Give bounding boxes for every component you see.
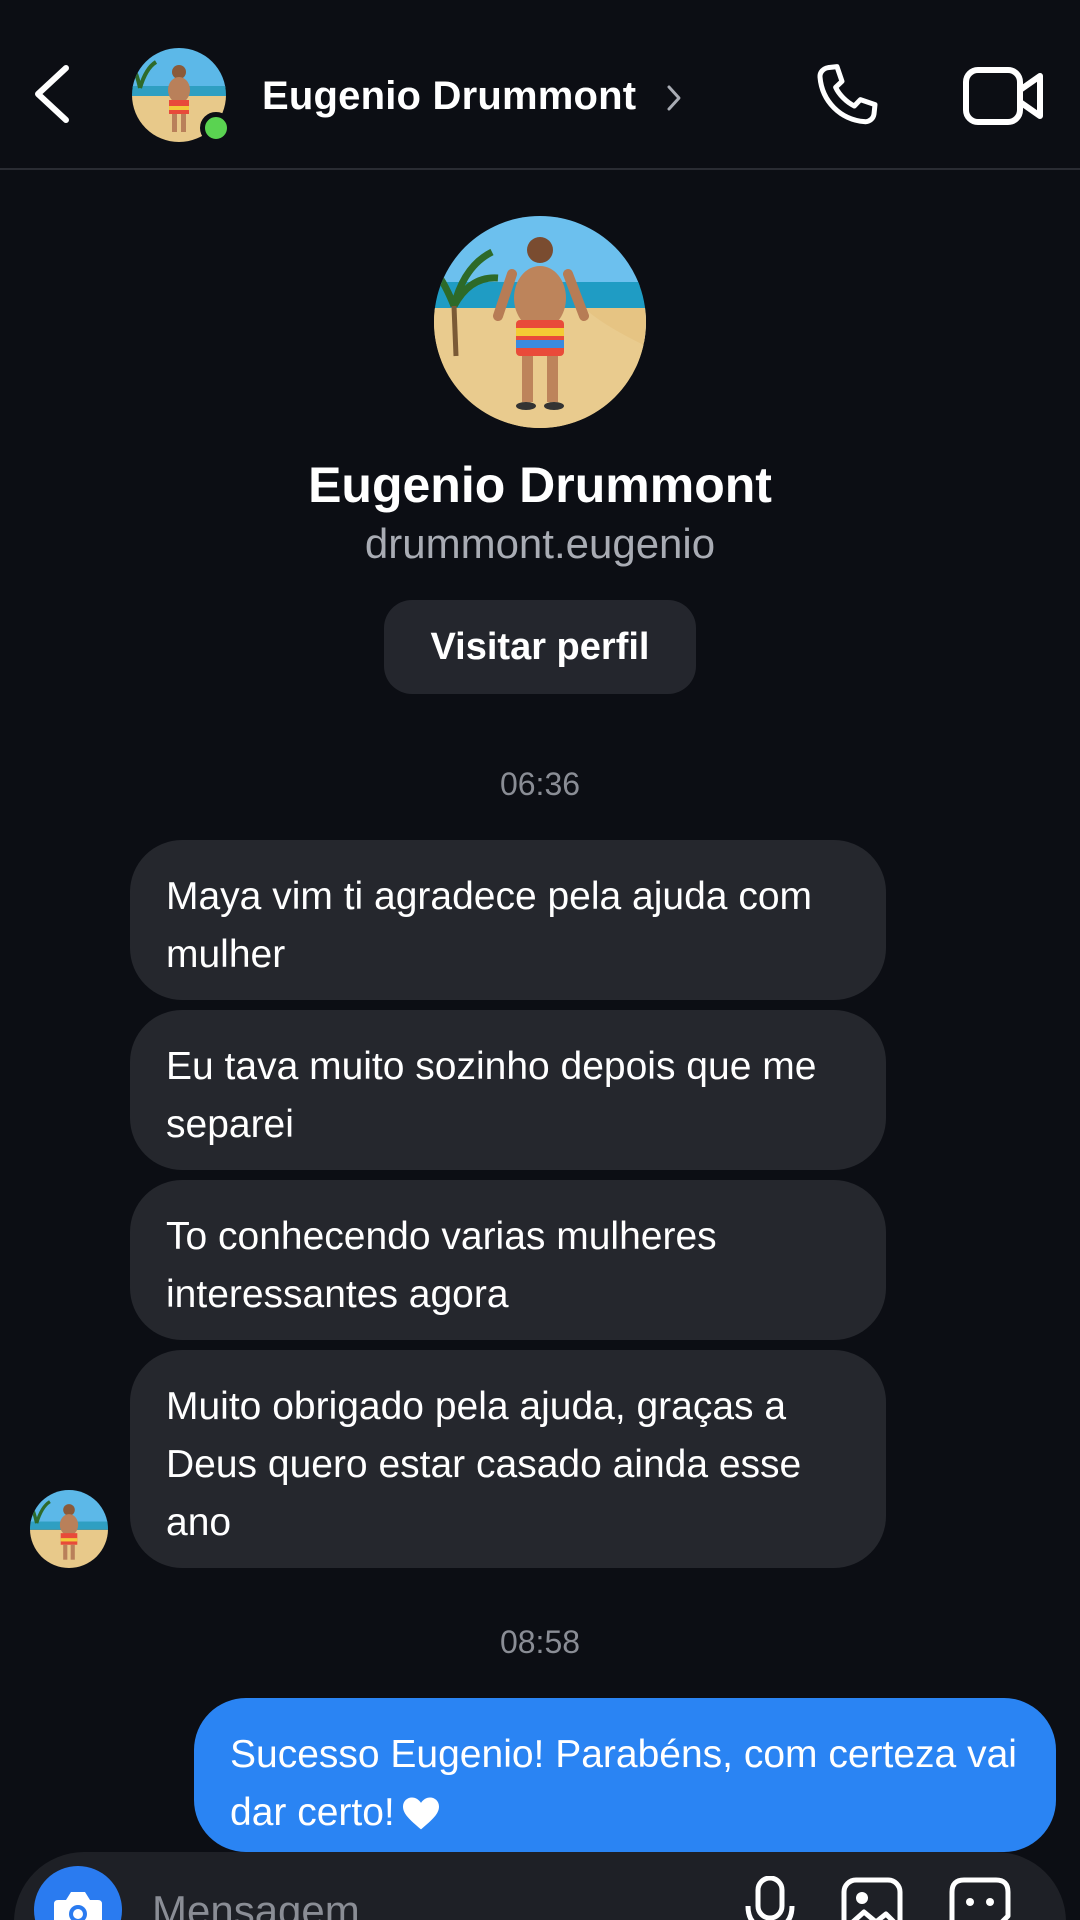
incoming-message[interactable]: Muito obrigado pela ajuda, graças a Deus… [130, 1350, 886, 1568]
microphone-icon [745, 1875, 795, 1920]
outgoing-message-text: Sucesso Eugenio! Parabéns, com certeza v… [230, 1733, 1017, 1834]
message-input[interactable] [150, 1880, 714, 1920]
message-timestamp: 08:58 [499, 1624, 581, 1660]
incoming-message[interactable]: Eu tava muito sozinho depois que me sepa… [130, 1010, 886, 1170]
profile-username: drummont.eugenio [364, 520, 716, 567]
back-button[interactable] [28, 58, 84, 130]
camera-button[interactable] [34, 1866, 122, 1920]
gallery-button[interactable] [840, 1876, 904, 1920]
profile-name: Eugenio Drummont [308, 457, 772, 513]
image-icon [841, 1877, 903, 1920]
microphone-button[interactable] [742, 1875, 798, 1920]
outgoing-message[interactable]: Sucesso Eugenio! Parabéns, com certeza v… [194, 1698, 1056, 1852]
chevron-right-icon[interactable] [664, 82, 684, 114]
white-heart-icon [401, 1790, 441, 1848]
camera-icon [54, 1892, 102, 1920]
incoming-message[interactable]: To conhecendo varias mulheres interessan… [130, 1180, 886, 1340]
chat-screen: Eugenio Drummont Eugenio Drummont drummo… [0, 0, 1080, 1920]
sticker-button[interactable] [948, 1876, 1012, 1920]
message-timestamp: 06:36 [499, 766, 581, 802]
visit-profile-button[interactable]: Visitar perfil [384, 600, 696, 694]
video-camera-icon [963, 67, 1043, 125]
avatar-beach-photo [30, 1490, 108, 1568]
profile-beach-photo [434, 216, 646, 428]
voice-call-button[interactable] [806, 56, 886, 136]
phone-icon [817, 64, 878, 125]
online-status-dot [200, 112, 232, 144]
incoming-message[interactable]: Maya vim ti agradece pela ajuda com mulh… [130, 840, 886, 1000]
chat-header: Eugenio Drummont [0, 0, 1080, 170]
profile-avatar[interactable] [434, 216, 646, 428]
chevron-left-icon [35, 65, 69, 123]
contact-name[interactable]: Eugenio Drummont [262, 74, 636, 119]
sticker-icon [949, 1877, 1011, 1920]
video-call-button[interactable] [960, 60, 1046, 132]
sender-avatar[interactable] [30, 1490, 108, 1568]
